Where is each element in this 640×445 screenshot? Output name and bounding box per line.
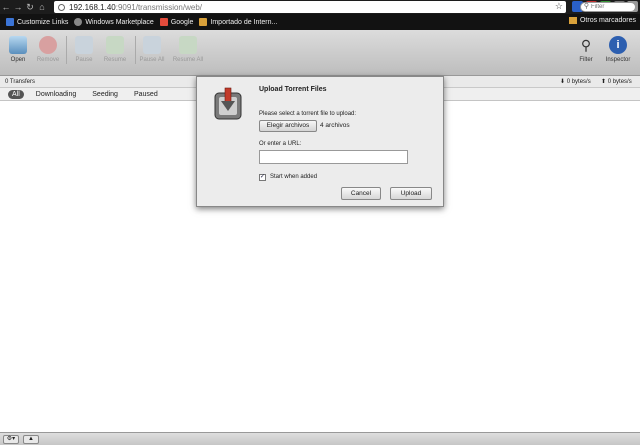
settings-gear-icon[interactable]: ⚙▾ bbox=[3, 435, 19, 444]
bookmark-item[interactable]: Importado de Intern... bbox=[199, 18, 277, 26]
remove-icon bbox=[39, 36, 57, 54]
forward-icon[interactable]: → bbox=[12, 2, 24, 12]
pause-all-icon bbox=[143, 36, 161, 54]
download-speed: ⬇ 0 bytes/s bbox=[560, 79, 591, 85]
select-file-label: Please select a torrent file to upload: bbox=[259, 111, 357, 117]
page-info-icon[interactable] bbox=[58, 3, 65, 11]
resume-all-button[interactable]: Resume All bbox=[170, 36, 206, 63]
filter-tab-all[interactable]: All bbox=[8, 89, 24, 99]
bottom-toolbar: ⚙▾ ▲ bbox=[0, 432, 640, 445]
start-when-added-checkbox[interactable]: ✓ bbox=[259, 174, 266, 181]
choose-files-button[interactable]: Elegir archivos bbox=[259, 120, 317, 132]
address-bar[interactable]: 192.168.1.40:9091/transmission/web/ ☆ bbox=[54, 1, 566, 13]
info-icon: i bbox=[609, 36, 627, 54]
torrent-url-input[interactable] bbox=[259, 150, 408, 164]
upload-speed: ⬆ 0 bytes/s bbox=[601, 79, 632, 85]
cancel-button[interactable]: Cancel bbox=[341, 187, 381, 200]
filter-tab-downloading[interactable]: Downloading bbox=[32, 90, 80, 99]
bookmarks-bar: Customize Links Windows Marketplace Goog… bbox=[0, 14, 640, 30]
remove-button[interactable]: Remove bbox=[30, 36, 66, 63]
m-logo-icon bbox=[6, 18, 14, 26]
bookmark-star-icon[interactable]: ☆ bbox=[555, 1, 563, 12]
start-when-added-label: Start when added bbox=[270, 174, 318, 180]
upload-dialog: Upload Torrent Files Please select a tor… bbox=[196, 76, 444, 207]
reload-icon[interactable]: ↻ bbox=[24, 2, 36, 13]
home-icon[interactable]: ⌂ bbox=[36, 2, 48, 12]
transmission-logo-icon bbox=[214, 87, 242, 120]
open-folder-icon bbox=[9, 36, 27, 54]
address-url: 192.168.1.40:9091/transmission/web/ bbox=[69, 2, 202, 12]
folder-icon bbox=[199, 18, 208, 26]
pause-all-button[interactable]: Pause All bbox=[134, 36, 170, 63]
bookmark-item[interactable]: Windows Marketplace bbox=[74, 18, 154, 26]
inspector-button[interactable]: i Inspector bbox=[600, 36, 636, 63]
turtle-speed-icon[interactable]: ▲ bbox=[23, 435, 39, 444]
url-label: Or enter a URL: bbox=[259, 141, 302, 147]
transfer-count: 0 Transfers bbox=[5, 78, 36, 85]
filter-tab-paused[interactable]: Paused bbox=[130, 90, 162, 99]
bookmark-item[interactable]: Google bbox=[159, 18, 193, 26]
resume-icon bbox=[106, 36, 124, 54]
chosen-files-count: 4 archivos bbox=[320, 122, 350, 129]
pause-icon bbox=[75, 36, 93, 54]
folder-icon bbox=[568, 17, 577, 24]
other-bookmarks[interactable]: Otros marcadores bbox=[568, 17, 636, 24]
upload-button[interactable]: Upload bbox=[390, 187, 432, 200]
search-icon: ⚲ bbox=[583, 3, 589, 10]
magnifier-icon: ⚲ bbox=[580, 37, 592, 53]
resume-button[interactable]: Resume bbox=[97, 36, 133, 63]
bookmark-item[interactable]: Customize Links bbox=[6, 18, 68, 26]
dialog-title: Upload Torrent Files bbox=[259, 86, 327, 93]
filter-button[interactable]: ⚲ Filter bbox=[568, 36, 604, 63]
resume-all-icon bbox=[179, 36, 197, 54]
filter-tab-seeding[interactable]: Seeding bbox=[88, 90, 122, 99]
transmission-toolbar: Open Remove Pause Resume Pause All Resum… bbox=[0, 30, 640, 76]
google-icon bbox=[159, 18, 168, 26]
back-icon[interactable]: ← bbox=[0, 2, 12, 12]
globe-icon bbox=[74, 18, 83, 26]
